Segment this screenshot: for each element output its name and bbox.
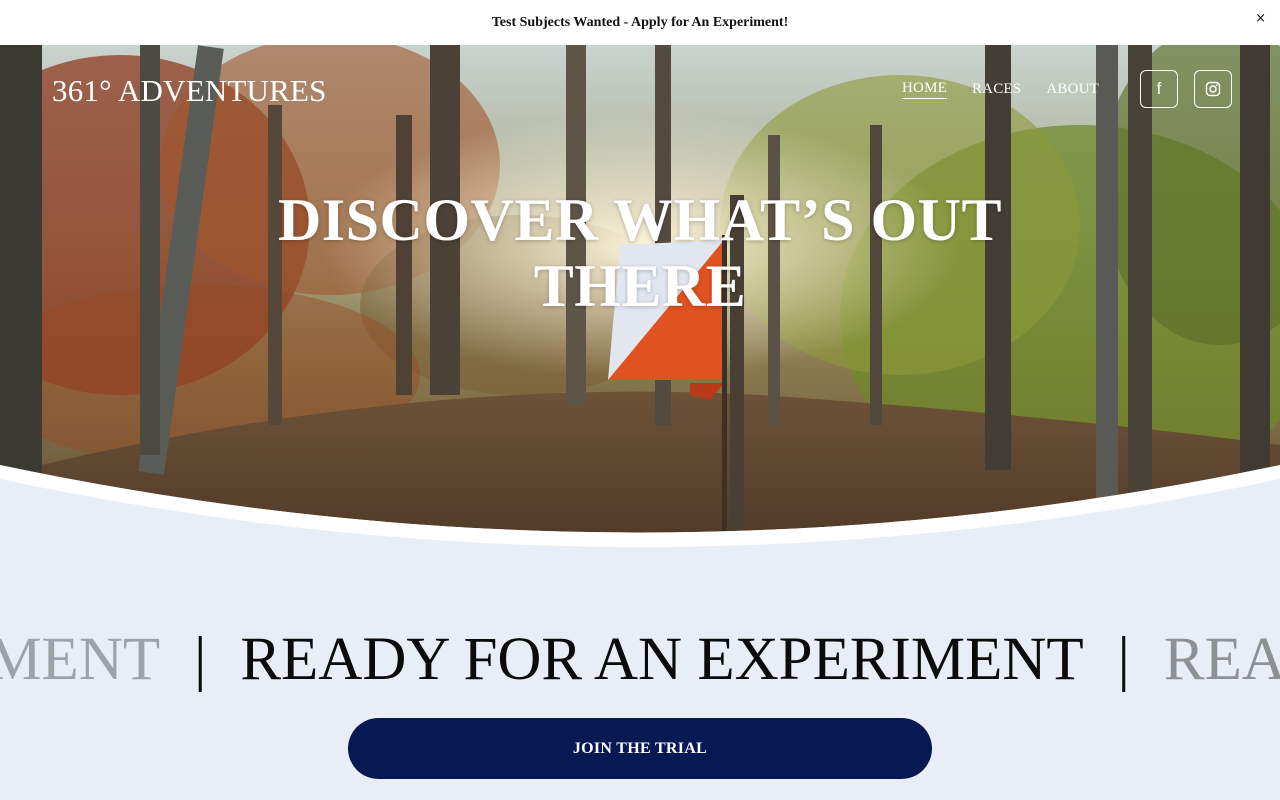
nav-home[interactable]: HOME [902, 80, 947, 99]
marquee-item-partial-left: IMENT [0, 626, 161, 693]
instagram-button[interactable] [1194, 70, 1232, 108]
facebook-button[interactable]: f [1140, 70, 1178, 108]
main-nav: HOME RACES ABOUT f [902, 70, 1232, 108]
marquee-separator: | [194, 626, 207, 693]
marquee-separator: | [1117, 626, 1130, 693]
nav-races[interactable]: RACES [972, 81, 1021, 98]
hero-section: 361° ADVENTURES HOME RACES ABOUT f DISCO… [0, 45, 1280, 575]
marquee-item: READY FOR AN EXPERIMENT [240, 626, 1084, 693]
facebook-icon: f [1156, 79, 1162, 98]
nav-about[interactable]: ABOUT [1046, 81, 1099, 98]
announcement-bar: Test Subjects Wanted - Apply for An Expe… [0, 0, 1280, 45]
join-trial-button[interactable]: JOIN THE TRIAL [348, 718, 932, 779]
instagram-icon [1205, 81, 1221, 97]
hero-curve-divider [0, 465, 1280, 575]
announcement-link[interactable]: Test Subjects Wanted - Apply for An Expe… [492, 15, 789, 31]
close-icon[interactable]: × [1255, 11, 1266, 27]
marquee-banner: IMENT | READY FOR AN EXPERIMENT | REA [0, 620, 1280, 700]
marquee-track: IMENT | READY FOR AN EXPERIMENT | REA [0, 620, 1280, 700]
marquee-item-partial-right: REA [1163, 626, 1280, 693]
site-logo[interactable]: 361° ADVENTURES [52, 73, 327, 109]
hero-title: DISCOVER WHAT’S OUT THERE [277, 187, 1003, 319]
